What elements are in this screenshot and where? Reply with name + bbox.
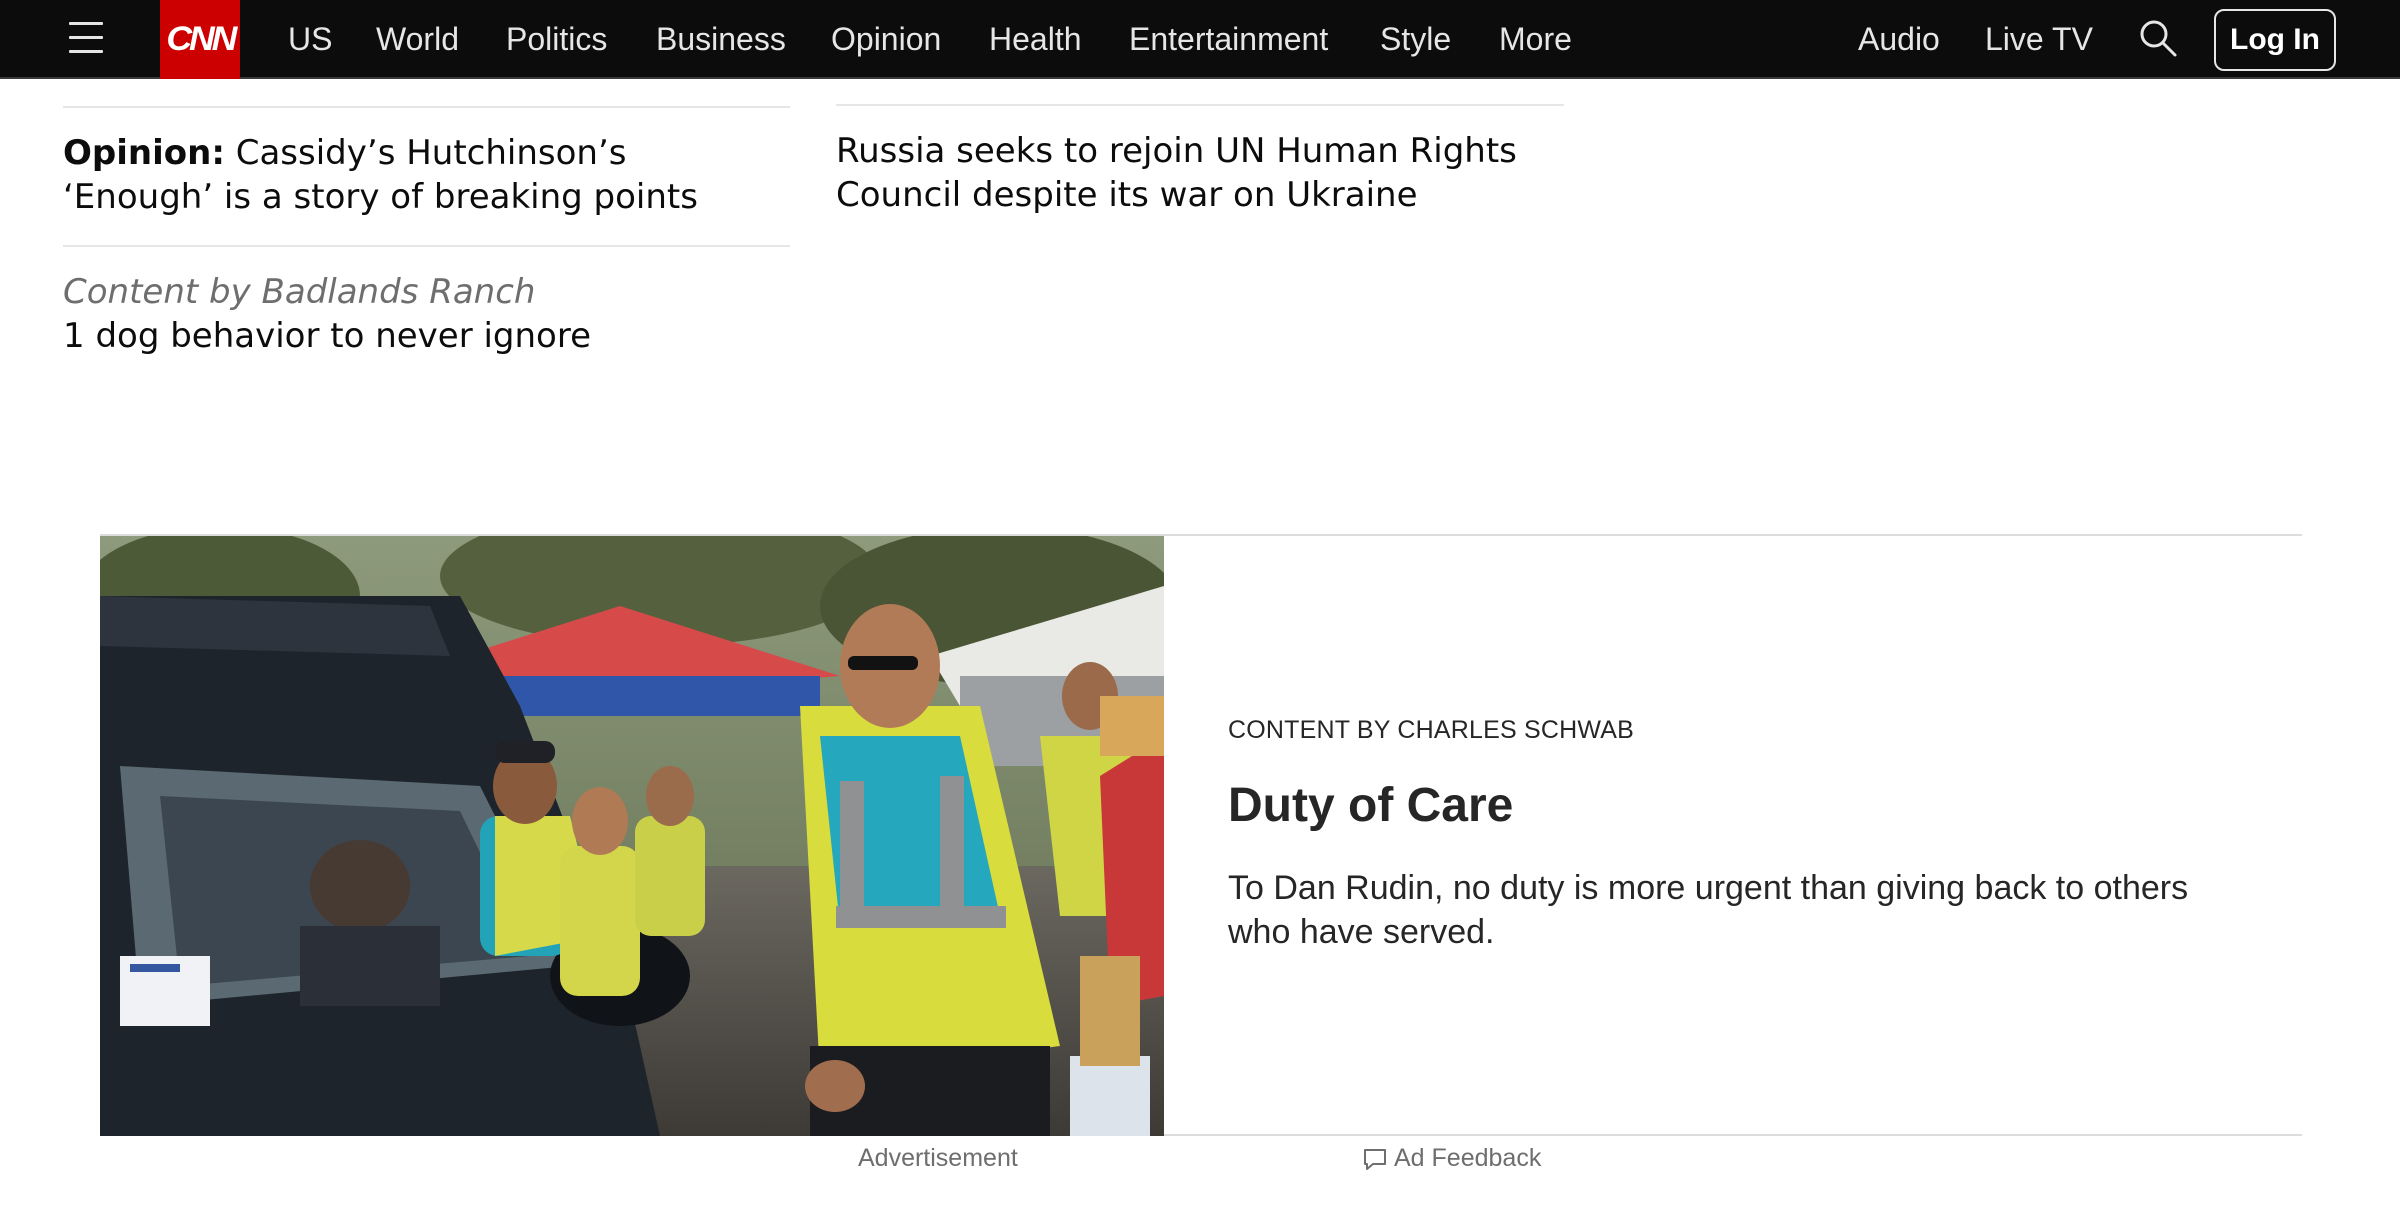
nav-item-style[interactable]: Style <box>1380 0 1451 79</box>
headline-opinion-hutchinson[interactable]: Opinion: Cassidy’s Hutchinson’s ‘Enough’… <box>63 131 783 219</box>
top-navigation-bar: CNN US World Politics Business Opinion H… <box>0 0 2400 79</box>
sponsored-label: Content by Badlands Ranch <box>63 272 536 312</box>
headline-russia-un[interactable]: Russia seeks to rejoin UN Human Rights C… <box>836 129 1546 217</box>
nav-item-business[interactable]: Business <box>656 0 786 79</box>
nav-item-audio[interactable]: Audio <box>1858 0 1940 79</box>
ad-photo[interactable] <box>100 536 1164 1136</box>
sponsored-content-card[interactable]: CONTENT BY CHARLES SCHWAB Duty of Care T… <box>100 534 2302 1136</box>
headline-dog-behavior[interactable]: 1 dog behavior to never ignore <box>63 314 783 358</box>
nav-item-live-tv[interactable]: Live TV <box>1985 0 2093 79</box>
advertisement-label: Advertisement <box>858 1144 1018 1172</box>
ad-sponsor-kicker: CONTENT BY CHARLES SCHWAB <box>1228 716 1635 744</box>
speech-bubble-icon <box>1364 1148 1386 1170</box>
nav-item-politics[interactable]: Politics <box>506 0 607 79</box>
ad-feedback-label: Ad Feedback <box>1394 1144 1542 1172</box>
headline-prefix: Opinion: <box>63 133 225 173</box>
ad-title[interactable]: Duty of Care <box>1228 778 1513 833</box>
hamburger-menu-icon[interactable] <box>67 20 109 58</box>
ad-feedback-link[interactable]: Ad Feedback <box>1362 1144 1541 1173</box>
nav-item-us[interactable]: US <box>288 0 332 79</box>
nav-item-health[interactable]: Health <box>989 0 1082 79</box>
ad-description: To Dan Rudin, no duty is more urgent tha… <box>1228 869 2189 951</box>
ad-photo-illustration <box>100 536 1164 1136</box>
divider <box>836 104 1564 106</box>
search-icon[interactable] <box>2138 18 2178 58</box>
nav-item-world[interactable]: World <box>376 0 459 79</box>
divider <box>63 245 790 247</box>
cnn-logo[interactable]: CNN <box>160 0 240 79</box>
nav-item-entertainment[interactable]: Entertainment <box>1129 0 1328 79</box>
nav-item-opinion[interactable]: Opinion <box>831 0 941 79</box>
nav-item-more[interactable]: More <box>1499 0 1572 79</box>
divider <box>63 106 790 108</box>
login-button[interactable]: Log In <box>2214 9 2336 71</box>
